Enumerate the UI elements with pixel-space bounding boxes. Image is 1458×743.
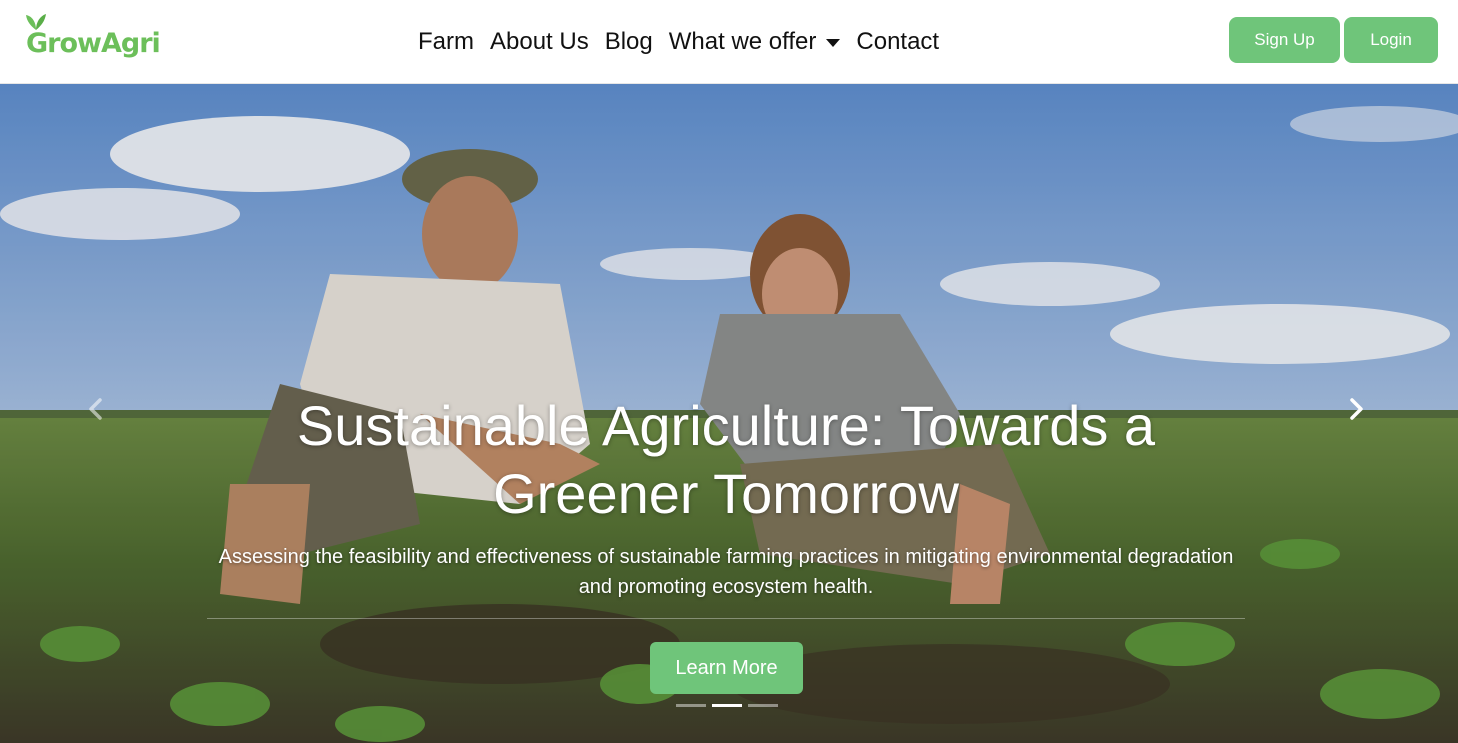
main-nav: Farm About Us Blog What we offer Contact bbox=[418, 26, 939, 58]
caret-down-icon bbox=[826, 39, 841, 47]
carousel-prev-button[interactable] bbox=[75, 394, 115, 424]
hero-divider bbox=[207, 618, 1245, 619]
nav-dropdown-what-we-offer[interactable]: What we offer bbox=[669, 28, 841, 56]
sign-up-button[interactable]: Sign Up bbox=[1229, 17, 1340, 63]
nav-dropdown-label: What we offer bbox=[668, 28, 817, 55]
brand-logo[interactable]: GrowAgri bbox=[24, 12, 161, 64]
hero-caption: Sustainable Agriculture: Towards a Green… bbox=[200, 392, 1252, 602]
carousel-next-button[interactable] bbox=[1337, 394, 1377, 424]
hero-carousel: Sustainable Agriculture: Towards a Green… bbox=[0, 84, 1458, 743]
carousel-indicator-2[interactable] bbox=[712, 704, 742, 707]
nav-link-farm[interactable]: Farm bbox=[418, 28, 474, 56]
nav-link-about-us[interactable]: About Us bbox=[490, 28, 589, 56]
carousel-indicators bbox=[676, 704, 778, 707]
chevron-left-icon bbox=[89, 398, 102, 420]
carousel-indicator-1[interactable] bbox=[676, 704, 706, 707]
hero-subtitle: Assessing the feasibility and effectiven… bbox=[218, 546, 1234, 598]
hero-title: Sustainable Agriculture: Towards a Green… bbox=[296, 394, 1156, 525]
navbar: GrowAgri Farm About Us Blog What we offe… bbox=[0, 0, 1458, 84]
chevron-right-icon bbox=[1350, 398, 1363, 420]
login-button[interactable]: Login bbox=[1344, 17, 1438, 63]
nav-link-blog[interactable]: Blog bbox=[605, 28, 653, 56]
nav-link-contact[interactable]: Contact bbox=[856, 28, 939, 56]
learn-more-button[interactable]: Learn More bbox=[650, 642, 803, 694]
carousel-indicator-3[interactable] bbox=[748, 704, 778, 707]
brand-name: GrowAgri bbox=[26, 28, 161, 59]
